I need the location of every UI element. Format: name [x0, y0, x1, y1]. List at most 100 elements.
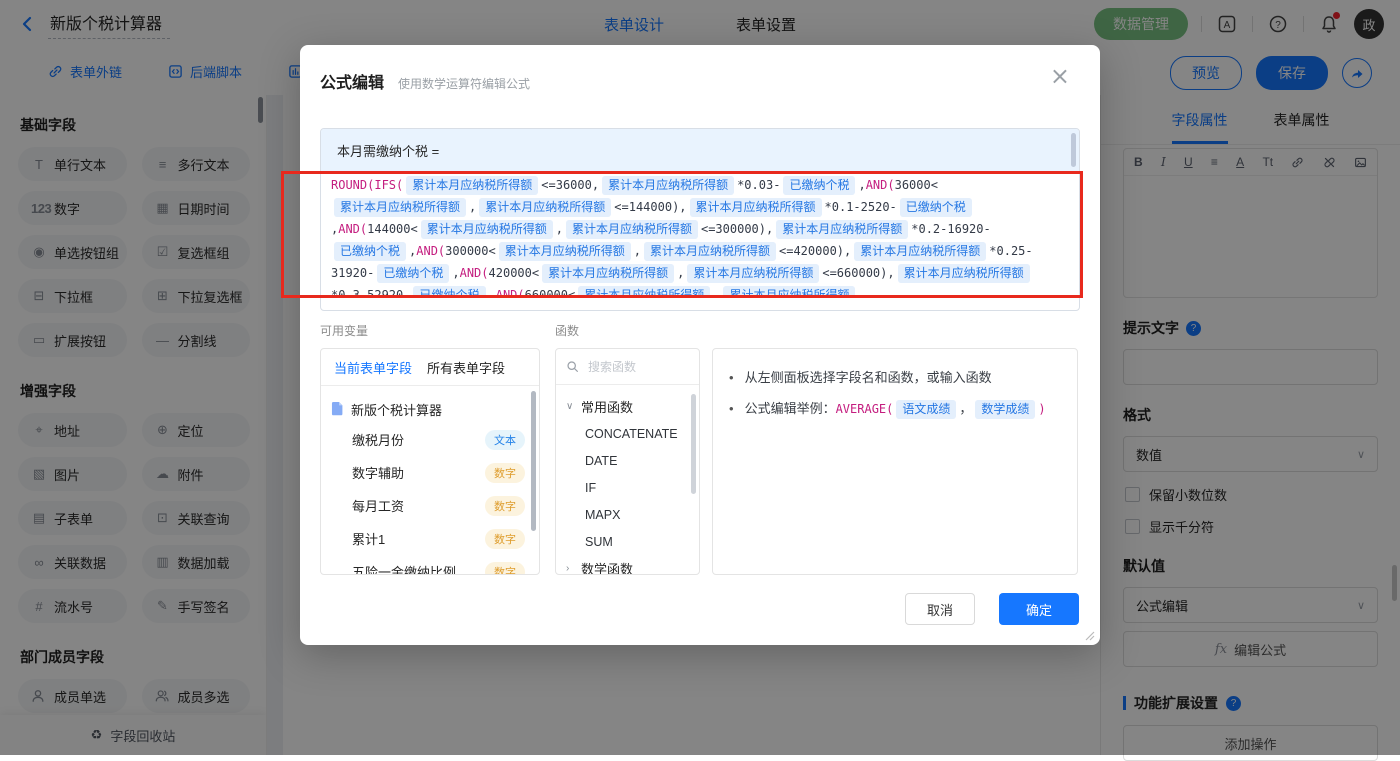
operator-token: <=660000),: [822, 266, 894, 280]
field-token: 累计本月应纳税所得额: [406, 176, 538, 195]
type-badge: 数字: [485, 463, 525, 483]
function-item[interactable]: DATE: [566, 447, 693, 474]
field-token: 累计本月应纳税所得额: [687, 264, 819, 283]
function-token: AND(: [460, 266, 489, 280]
field-token: 已缴纳个税: [413, 286, 485, 297]
field-token: 累计本月应纳税所得额: [644, 242, 776, 261]
operator-token: ,: [634, 244, 641, 258]
operator-token: ,: [677, 266, 684, 280]
functions-label: 函数: [555, 322, 579, 339]
field-token: 已缴纳个税: [377, 264, 449, 283]
function-group-label: 常用函数: [581, 397, 633, 416]
variable-row[interactable]: 五险一金缴纳比例数字: [331, 555, 535, 575]
functions-scrollbar[interactable]: [691, 394, 696, 494]
formula-scrollbar[interactable]: [1071, 133, 1076, 167]
function-tree: ∨ 常用函数 CONCATENATE DATE IF MAPX SUM › 数学…: [556, 385, 699, 575]
formula-line: 累计本月应纳税所得额,累计本月应纳税所得额<=144000),累计本月应纳税所得…: [331, 196, 1053, 218]
variable-row[interactable]: 缴税月份文本: [331, 423, 535, 456]
hint-text: ，: [959, 401, 972, 416]
formula-target-label: 本月需缴纳个税 =: [321, 129, 1079, 171]
variables-root-label: 新版个税计算器: [351, 400, 442, 419]
bullet-icon: •: [729, 366, 734, 390]
operator-token: 31920-: [331, 266, 374, 280]
hint-example: 公式编辑举例：AVERAGE(语文成绩，数学成绩): [745, 397, 1046, 421]
field-token: 语文成绩: [896, 400, 956, 419]
type-badge: 数字: [485, 496, 525, 516]
type-badge: 文本: [485, 430, 525, 450]
chevron-right-icon: ›: [566, 563, 575, 574]
operator-token: *0.03-: [737, 178, 780, 192]
operator-token: ,: [556, 222, 563, 236]
field-token: 累计本月应纳税所得额: [499, 242, 631, 261]
variables-root[interactable]: 新版个税计算器: [331, 395, 535, 423]
confirm-button[interactable]: 确定: [999, 593, 1079, 625]
field-token: 累计本月应纳税所得额: [479, 198, 611, 217]
operator-token: ,: [469, 200, 476, 214]
function-token: AND(: [416, 244, 445, 258]
example-function-close: ): [1038, 402, 1045, 416]
example-function: AVERAGE(: [836, 402, 894, 416]
modal-subtitle: 使用数学运算符编辑公式: [398, 75, 530, 92]
modal-title: 公式编辑: [320, 69, 384, 93]
field-token: 累计本月应纳税所得额: [334, 198, 466, 217]
field-token: 已缴纳个税: [334, 242, 406, 261]
variable-name: 五险一金缴纳比例: [352, 562, 456, 575]
operator-token: 144000<: [367, 222, 418, 236]
resize-handle-icon[interactable]: [1085, 631, 1095, 641]
function-item[interactable]: IF: [566, 474, 693, 501]
function-group-math[interactable]: › 数学函数: [566, 555, 693, 575]
operator-token: <=300000),: [701, 222, 773, 236]
hint-row: • 从左侧面板选择字段名和函数，或输入函数: [729, 366, 1061, 390]
function-search-input[interactable]: [586, 359, 672, 375]
operator-token: <=36000,: [541, 178, 599, 192]
variable-name: 数字辅助: [352, 463, 404, 482]
field-token: 累计本月应纳税所得额: [421, 220, 553, 239]
cancel-button[interactable]: 取消: [905, 593, 975, 625]
field-token: 数学成绩: [975, 400, 1035, 419]
function-search[interactable]: [556, 349, 699, 385]
variable-name: 累计1: [352, 529, 385, 548]
function-group-label: 数学函数: [581, 559, 633, 575]
operator-token: ,: [713, 288, 720, 297]
function-item[interactable]: CONCATENATE: [566, 420, 693, 447]
variables-scrollbar[interactable]: [531, 391, 536, 531]
operator-token: *0.25-: [989, 244, 1032, 258]
formula-edit-modal: 公式编辑 使用数学运算符编辑公式 × 本月需缴纳个税 = ROUND(IFS(累…: [300, 45, 1100, 645]
modal-header: 公式编辑 使用数学运算符编辑公式: [300, 45, 1100, 93]
tab-all-form-fields[interactable]: 所有表单字段: [427, 358, 505, 377]
variable-row[interactable]: 每月工资 数字: [331, 489, 535, 522]
field-token: 累计本月应纳税所得额: [723, 286, 855, 297]
operator-token: 660000<: [525, 288, 576, 297]
document-icon: [331, 402, 344, 416]
chevron-down-icon: ∨: [566, 401, 575, 412]
formula-line: 已缴纳个税,AND(300000<累计本月应纳税所得额,累计本月应纳税所得额<=…: [331, 240, 1053, 262]
function-item[interactable]: SUM: [566, 528, 693, 555]
operator-token: <=420000),: [779, 244, 851, 258]
formula-line: 31920-已缴纳个税,AND(420000<累计本月应纳税所得额,累计本月应纳…: [331, 262, 1053, 284]
variable-row[interactable]: 数字辅助 数字: [331, 456, 535, 489]
operator-token: *0.1-2520-: [825, 200, 897, 214]
formula-line: *0.3-52920-已缴纳个税,AND(660000<累计本月应纳税所得额,累…: [331, 284, 1053, 297]
formula-line: ROUND(IFS(累计本月应纳税所得额<=36000,累计本月应纳税所得额*0…: [331, 174, 1053, 196]
field-token: 已缴纳个税: [783, 176, 855, 195]
field-token: 累计本月应纳税所得额: [690, 198, 822, 217]
function-token: AND(: [496, 288, 525, 297]
operator-token: 300000<: [445, 244, 496, 258]
field-token: 累计本月应纳税所得额: [776, 220, 908, 239]
function-item[interactable]: MAPX: [566, 501, 693, 528]
function-token: AND(: [338, 222, 367, 236]
operator-token: ,: [489, 288, 496, 297]
operator-token: *0.3-52920-: [331, 288, 410, 297]
hint-text: 公式编辑举例：: [745, 401, 836, 416]
formula-line: ,AND(144000<累计本月应纳税所得额,累计本月应纳税所得额<=30000…: [331, 218, 1053, 240]
function-group-common[interactable]: ∨ 常用函数: [566, 393, 693, 420]
functions-panel: ∨ 常用函数 CONCATENATE DATE IF MAPX SUM › 数学…: [555, 348, 700, 575]
formula-content[interactable]: ROUND(IFS(累计本月应纳税所得额<=36000,累计本月应纳税所得额*0…: [321, 171, 1079, 297]
variable-row[interactable]: 累计1数字: [331, 522, 535, 555]
variables-tabs: 当前表单字段 所有表单字段: [321, 349, 539, 386]
close-icon[interactable]: ×: [1044, 63, 1076, 89]
tab-current-form-fields[interactable]: 当前表单字段: [334, 358, 412, 377]
formula-hint-panel: • 从左侧面板选择字段名和函数，或输入函数 • 公式编辑举例：AVERAGE(语…: [712, 348, 1078, 575]
variable-name: 每月工资: [352, 496, 404, 515]
field-token: 累计本月应纳税所得额: [542, 264, 674, 283]
